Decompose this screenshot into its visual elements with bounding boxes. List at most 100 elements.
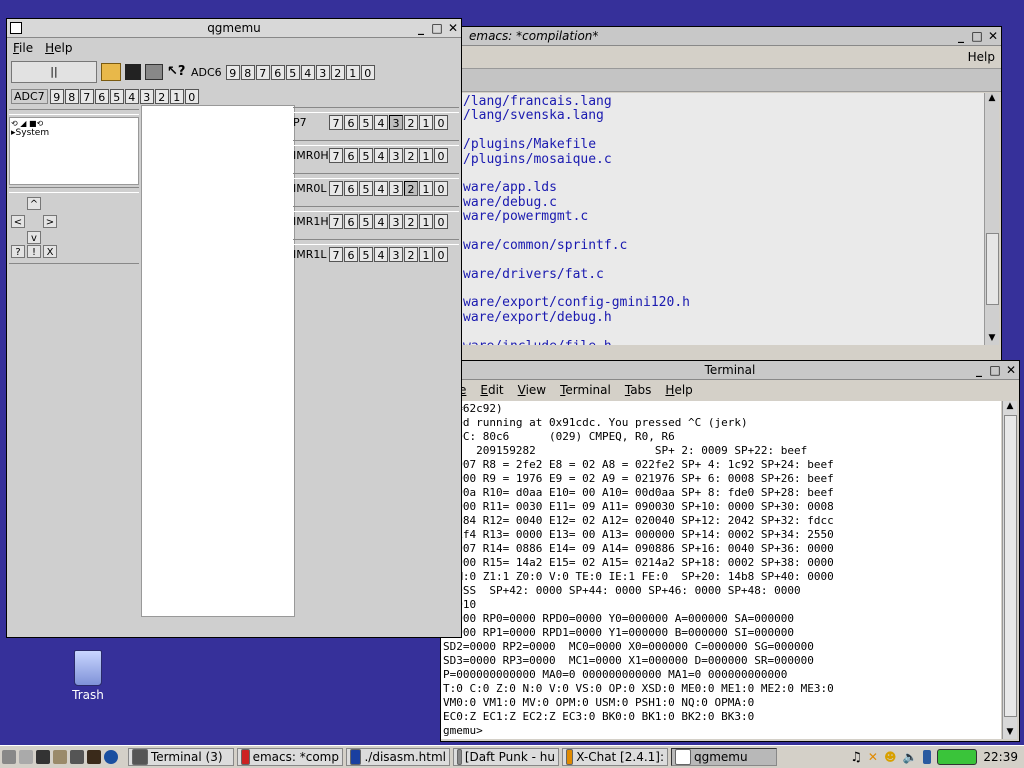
register-bit-toggle[interactable]: 0: [434, 148, 448, 163]
register-bit-toggle[interactable]: 6: [344, 181, 358, 196]
register-bit-toggle[interactable]: 7: [329, 214, 343, 229]
register-bit-toggle[interactable]: 3: [389, 214, 403, 229]
terminal-menu-terminal[interactable]: Terminal: [560, 383, 611, 397]
close-icon[interactable]: ✕: [987, 30, 999, 42]
emacs-help-menu[interactable]: Help: [968, 50, 995, 64]
adc7-bit-toggle[interactable]: 2: [154, 88, 169, 104]
tree-view[interactable]: ⟲ ◢ ■⟲ ▸System: [9, 117, 139, 185]
terminal-menu-view[interactable]: View: [518, 383, 546, 397]
music-icon[interactable]: ♫: [850, 750, 862, 765]
battery-icon[interactable]: [937, 749, 978, 765]
tree-item-system[interactable]: ▸System: [11, 128, 137, 138]
register-bit-toggle[interactable]: 2: [404, 247, 418, 262]
scroll-thumb[interactable]: [1004, 415, 1017, 717]
whats-this-icon[interactable]: ↖?: [167, 64, 185, 80]
register-bit-toggle[interactable]: 0: [434, 181, 448, 196]
browser-launcher-icon[interactable]: [104, 750, 118, 764]
terminal-menu-tabs[interactable]: Tabs: [625, 383, 652, 397]
register-bit-toggle[interactable]: 6: [344, 148, 358, 163]
register-bit-toggle[interactable]: 2: [404, 115, 418, 130]
register-bit-toggle[interactable]: 2: [404, 148, 418, 163]
register-bit-toggle[interactable]: 7: [329, 148, 343, 163]
adc6-bit-toggle[interactable]: 1: [345, 64, 360, 80]
save-icon[interactable]: [125, 64, 141, 80]
open-icon[interactable]: [101, 63, 121, 81]
adc7-bit-toggle[interactable]: 9: [49, 88, 64, 104]
register-bit-toggle[interactable]: 5: [359, 115, 373, 130]
register-bit-toggle[interactable]: 4: [374, 115, 388, 130]
taskbar-button[interactable]: ./disasm.html: [346, 748, 450, 766]
xchat-tray-icon[interactable]: ✕: [868, 750, 878, 764]
adc7-bit-toggle[interactable]: 3: [139, 88, 154, 104]
register-bit-toggle[interactable]: 4: [374, 148, 388, 163]
trash-desktop-icon[interactable]: Trash: [66, 650, 110, 702]
register-bit-toggle[interactable]: 3: [389, 181, 403, 196]
register-bit-toggle[interactable]: 2: [404, 214, 418, 229]
down-button[interactable]: v: [27, 231, 41, 244]
left-button[interactable]: <: [11, 215, 25, 228]
maximize-icon[interactable]: □: [431, 22, 443, 34]
right-button[interactable]: >: [43, 215, 57, 228]
register-bit-toggle[interactable]: 5: [359, 181, 373, 196]
maximize-icon[interactable]: □: [989, 364, 1001, 376]
emacs-scrollbar[interactable]: ▲ ▼: [984, 93, 999, 345]
register-bit-toggle[interactable]: 1: [419, 148, 433, 163]
taskbar-button[interactable]: Terminal (3): [128, 748, 234, 766]
register-bit-toggle[interactable]: 5: [359, 247, 373, 262]
scroll-up-icon[interactable]: ▲: [1003, 401, 1017, 413]
terminal-scrollbar[interactable]: ▲ ▼: [1002, 401, 1017, 739]
register-bit-toggle[interactable]: 4: [374, 181, 388, 196]
terminal-menu-edit[interactable]: Edit: [480, 383, 503, 397]
register-bit-toggle[interactable]: 1: [419, 115, 433, 130]
register-bit-toggle[interactable]: 3: [389, 148, 403, 163]
adc6-bit-toggle[interactable]: 3: [315, 64, 330, 80]
register-bit-toggle[interactable]: 7: [329, 247, 343, 262]
adc6-bit-toggle[interactable]: 4: [300, 64, 315, 80]
notes-tray-icon[interactable]: [923, 750, 932, 764]
adc6-bit-toggle[interactable]: 9: [225, 64, 240, 80]
register-bit-toggle[interactable]: 7: [329, 181, 343, 196]
print-icon[interactable]: [145, 64, 163, 80]
terminal-titlebar[interactable]: Terminal _ □ ✕: [441, 361, 1019, 380]
editor-launcher-icon[interactable]: [70, 750, 84, 764]
display-panel[interactable]: [141, 105, 295, 617]
adc7-bit-toggle[interactable]: 5: [109, 88, 124, 104]
adc6-bit-toggle[interactable]: 6: [270, 64, 285, 80]
register-bit-toggle[interactable]: 0: [434, 247, 448, 262]
adc7-bit-toggle[interactable]: 1: [169, 88, 184, 104]
gimp-launcher-icon[interactable]: [53, 750, 67, 764]
taskbar-button[interactable]: X-Chat [2.4.1]:: [562, 748, 668, 766]
scroll-down-icon[interactable]: ▼: [985, 333, 999, 345]
register-bit-toggle[interactable]: 7: [329, 115, 343, 130]
adc6-bit-toggle[interactable]: 7: [255, 64, 270, 80]
adc7-bit-toggle[interactable]: 8: [64, 88, 79, 104]
taskbar-button[interactable]: qgmemu: [671, 748, 777, 766]
minimize-icon[interactable]: _: [415, 22, 427, 34]
scroll-up-icon[interactable]: ▲: [985, 93, 999, 105]
help-key-button[interactable]: ?: [11, 245, 25, 258]
emacs-buffer[interactable]: /lang/francais.lang/lang/svenska.lang/pl…: [441, 93, 985, 345]
maximize-icon[interactable]: □: [971, 30, 983, 42]
register-bit-toggle[interactable]: 6: [344, 214, 358, 229]
qgmemu-menu-help[interactable]: Help: [45, 41, 72, 55]
register-bit-toggle[interactable]: 0: [434, 214, 448, 229]
qgmemu-menu-file[interactable]: File: [13, 41, 33, 55]
register-bit-toggle[interactable]: 4: [374, 247, 388, 262]
scroll-thumb[interactable]: [986, 233, 999, 305]
adc7-bit-toggle[interactable]: 4: [124, 88, 139, 104]
adc7-bit-toggle[interactable]: 0: [184, 88, 199, 104]
terminal-output[interactable]: SP=62c92) pped running at 0x91cdc. You pr…: [441, 401, 1001, 739]
register-bit-toggle[interactable]: 1: [419, 214, 433, 229]
register-bit-toggle[interactable]: 5: [359, 148, 373, 163]
close-icon[interactable]: ✕: [447, 22, 459, 34]
up-button[interactable]: ^: [27, 197, 41, 210]
adc6-bit-toggle[interactable]: 0: [360, 64, 375, 80]
window-menu-icon[interactable]: [10, 22, 22, 34]
excl-button[interactable]: !: [27, 245, 41, 258]
app-launcher-icon[interactable]: [87, 750, 101, 764]
register-bit-toggle[interactable]: 4: [374, 214, 388, 229]
taskbar-button[interactable]: emacs: *comp: [237, 748, 343, 766]
emacs-titlebar[interactable]: emacs: *compilation* _ □ ✕: [441, 27, 1001, 46]
adc7-bit-toggle[interactable]: 7: [79, 88, 94, 104]
register-bit-toggle[interactable]: 3: [389, 115, 403, 130]
